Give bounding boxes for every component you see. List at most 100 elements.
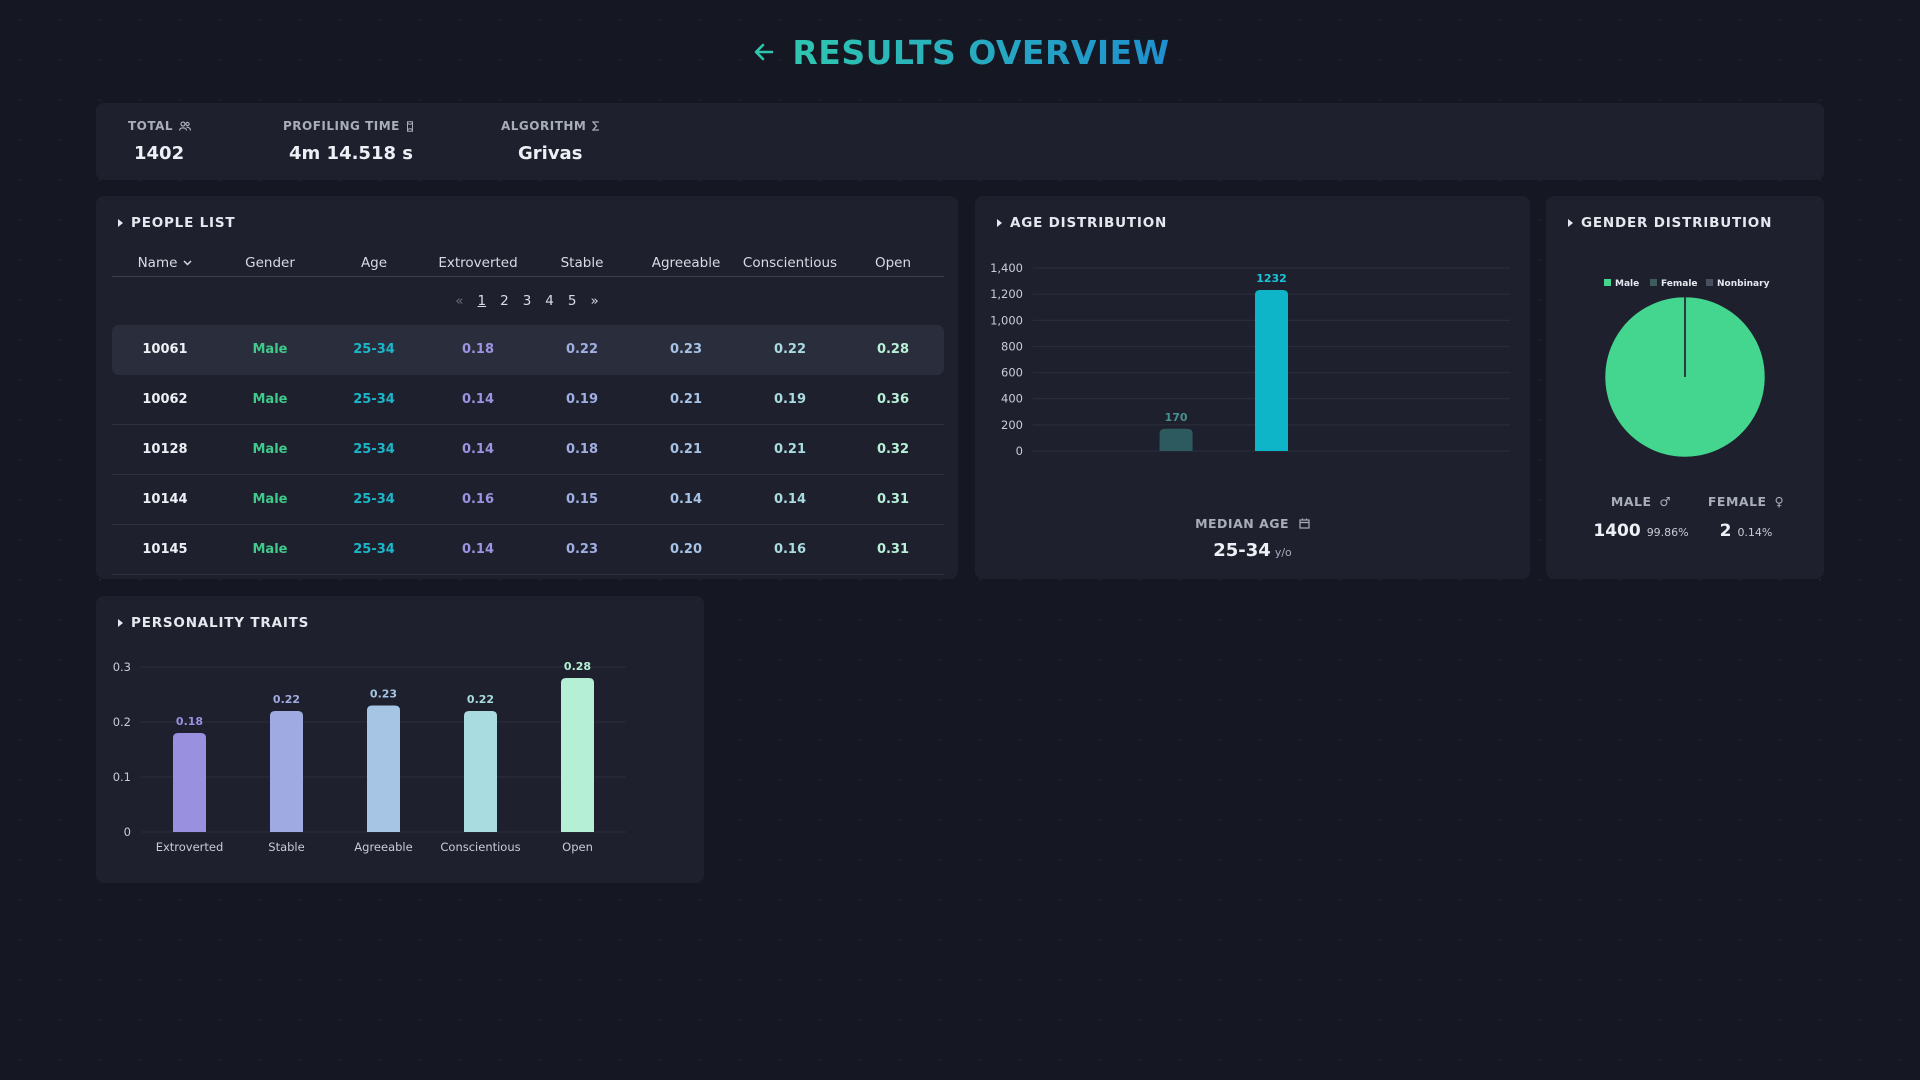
people-list-title: PEOPLE LIST: [131, 215, 236, 231]
cell-stable: 0.23: [565, 542, 599, 557]
table-row[interactable]: 10061 Male 25-34 0.18 0.22 0.23 0.22 0.2…: [112, 325, 944, 375]
column-header-open[interactable]: Open: [842, 250, 944, 276]
personality-traits-card: PERSONALITY TRAITS 0 0.1 0.2 0.3 Extroverted…: [96, 596, 704, 883]
column-header-age[interactable]: Age: [322, 250, 426, 276]
median-age-value: 25-34 y/o: [1213, 540, 1292, 561]
caret-right-icon: [1568, 219, 1573, 227]
cell-gender: Male: [252, 392, 288, 407]
cell-extroverted: 0.14: [461, 442, 495, 457]
y-tick-label: 0: [124, 825, 131, 839]
personality-traits-title: PERSONALITY TRAITS: [131, 615, 310, 631]
male-percent: 99.86%: [1646, 526, 1689, 539]
people-list-toggle[interactable]: PEOPLE LIST: [118, 215, 235, 231]
table-row[interactable]: 10128 Male 25-34 0.14 0.18 0.21 0.21 0.3…: [112, 425, 944, 475]
page-button-4[interactable]: 4: [545, 293, 554, 309]
profiling-time-stat: PROFILING TIME 4m 14.518 s: [283, 119, 414, 164]
caret-right-icon: [118, 619, 123, 627]
back-arrow-icon[interactable]: [750, 38, 778, 66]
data-label: 0.22: [467, 693, 494, 706]
male-label: MALE: [1610, 494, 1652, 509]
chart-bar: [561, 678, 594, 832]
female-count: 2: [1719, 521, 1732, 541]
hourglass-icon: [406, 120, 413, 132]
cell-name: 10128: [142, 442, 188, 457]
male-count: 1400: [1593, 521, 1641, 541]
chart-bar: [367, 705, 400, 832]
table-header: Name Gender Age Extroverted Stable Agree…: [112, 250, 944, 277]
y-tick-label: 0.3: [113, 660, 131, 674]
page-header: RESULTS OVERVIEW: [0, 28, 1920, 76]
cell-open: 0.31: [876, 542, 910, 557]
table-row[interactable]: 10062 Male 25-34 0.14 0.19 0.21 0.19 0.3…: [112, 375, 944, 425]
summary-bar: TOTAL 1402 PROFILING TIME 4m 14.518 s AL…: [96, 103, 1824, 180]
legend-label: Nonbinary: [1717, 279, 1770, 289]
people-list-card: PEOPLE LIST Name Gender Age Extroverted …: [96, 196, 958, 579]
chart-bar: [173, 733, 206, 832]
column-header-agreeable[interactable]: Agreeable: [634, 250, 738, 276]
column-header-conscientious[interactable]: Conscientious: [738, 250, 842, 276]
cell-extroverted: 0.18: [461, 342, 495, 357]
page-button-3[interactable]: 3: [523, 293, 532, 309]
age-distribution-card: AGE DISTRIBUTION 0 200 400 600 800 1,000 1,200…: [975, 196, 1530, 579]
cell-gender: Male: [252, 492, 288, 507]
legend-swatch: [1650, 279, 1657, 286]
y-tick-label: 1,400: [990, 261, 1023, 275]
table-row[interactable]: 10144 Male 25-34 0.16 0.15 0.14 0.14 0.3…: [112, 475, 944, 525]
calendar-icon: [1299, 518, 1310, 529]
cell-open: 0.31: [876, 492, 910, 507]
cell-extroverted: 0.14: [461, 542, 495, 557]
x-tick-label: Extroverted: [156, 840, 224, 854]
cell-conscientious: 0.22: [773, 342, 807, 357]
cell-age: 25-34: [353, 492, 395, 507]
cell-agreeable: 0.23: [669, 342, 703, 357]
data-label: 1232: [1256, 272, 1287, 285]
cell-open: 0.36: [876, 392, 910, 407]
page-button-2[interactable]: 2: [500, 293, 509, 309]
personality-traits-toggle[interactable]: PERSONALITY TRAITS: [118, 615, 309, 631]
column-header-extroverted[interactable]: Extroverted: [426, 250, 530, 276]
female-label: FEMALE: [1707, 494, 1767, 509]
total-label: TOTAL: [128, 119, 174, 133]
gender-distribution-toggle[interactable]: GENDER DISTRIBUTION: [1568, 215, 1772, 231]
cell-gender: Male: [252, 342, 288, 357]
median-age-unit: y/o: [1274, 546, 1292, 559]
cell-conscientious: 0.16: [773, 542, 807, 557]
legend-label: Male: [1615, 279, 1639, 289]
page-button-1[interactable]: 1: [478, 293, 487, 309]
y-tick-label: 0: [1016, 444, 1023, 458]
y-tick-label: 600: [1001, 366, 1023, 380]
data-label: 0.22: [273, 693, 300, 706]
gender-distribution-card: GENDER DISTRIBUTION Male Female Nonbinary …: [1546, 196, 1824, 579]
y-tick-label: 0.1: [113, 770, 131, 784]
cell-open: 0.28: [876, 342, 910, 357]
cell-name: 10061: [142, 342, 188, 357]
cell-gender: Male: [252, 542, 288, 557]
column-header-stable[interactable]: Stable: [530, 250, 634, 276]
median-age-label: MEDIAN AGE: [975, 516, 1530, 531]
column-header-gender[interactable]: Gender: [218, 250, 322, 276]
cell-name: 10144: [142, 492, 188, 507]
age-distribution-title: AGE DISTRIBUTION: [1010, 215, 1168, 231]
y-tick-label: 400: [1001, 392, 1023, 406]
male-icon: ♂: [1659, 494, 1672, 509]
y-tick-label: 1,200: [990, 287, 1023, 301]
age-distribution-chart: 02004006008001,0001,2001,400XX-1718-2417…: [990, 261, 1510, 458]
table-row[interactable]: 10145 Male 25-34 0.14 0.23 0.20 0.16 0.3…: [112, 525, 944, 575]
column-header-name[interactable]: Name: [112, 250, 218, 276]
cell-agreeable: 0.21: [669, 442, 703, 457]
x-tick-label: Stable: [268, 840, 304, 854]
page-button-5[interactable]: 5: [568, 293, 577, 309]
total-stat: TOTAL 1402: [128, 119, 192, 164]
data-label: 170: [1165, 411, 1188, 424]
profiling-time-value: 4m 14.518 s: [289, 143, 413, 164]
age-distribution-toggle[interactable]: AGE DISTRIBUTION: [997, 215, 1167, 231]
cell-agreeable: 0.14: [669, 492, 703, 507]
cell-age: 25-34: [353, 442, 395, 457]
cell-agreeable: 0.20: [669, 542, 703, 557]
page-title: RESULTS OVERVIEW: [792, 32, 1170, 72]
last-page-button[interactable]: »: [590, 293, 598, 309]
first-page-button[interactable]: «: [455, 293, 463, 309]
x-tick-label: Agreeable: [354, 840, 412, 854]
chart-bar: [464, 711, 497, 832]
cell-age: 25-34: [353, 392, 395, 407]
